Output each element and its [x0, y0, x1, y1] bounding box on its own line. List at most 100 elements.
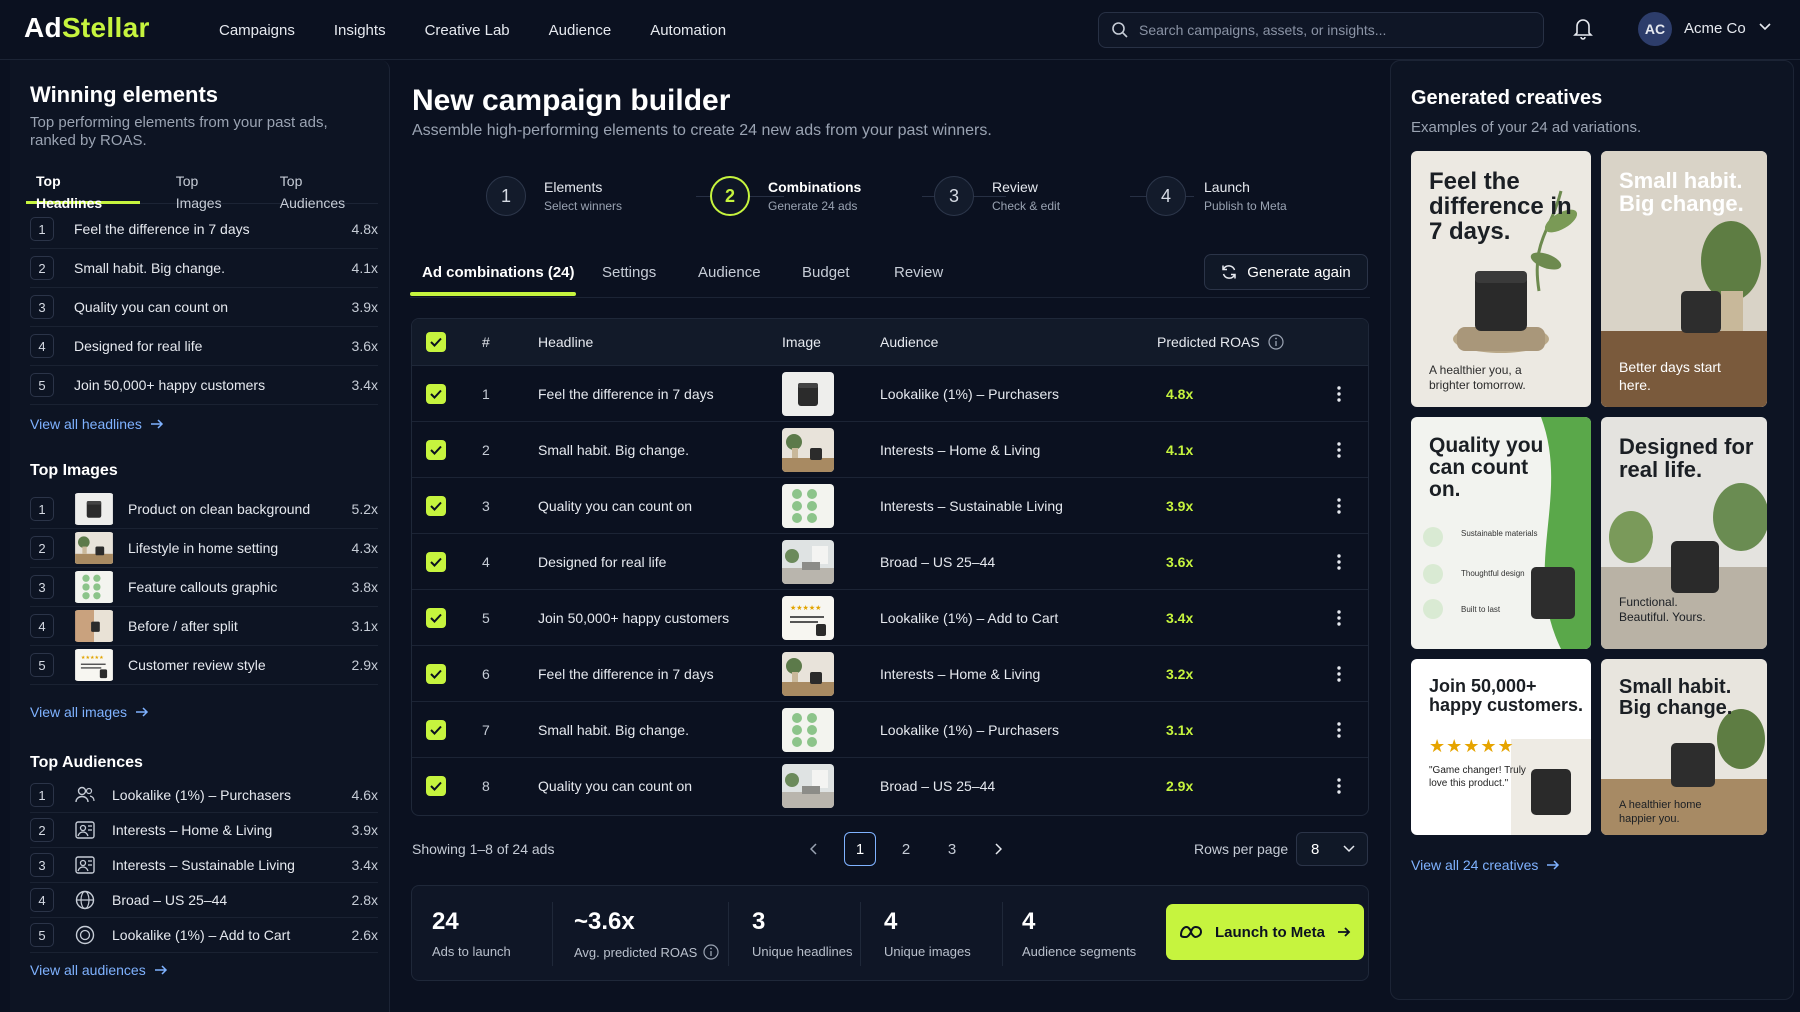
tab-ad-combinations[interactable]: Ad combinations (24)	[422, 264, 575, 281]
more-options-icon[interactable]	[1336, 721, 1342, 739]
creative-card[interactable]: Quality you can count on. Sustainable ma…	[1411, 417, 1591, 649]
creative-card[interactable]: Feel the difference in 7 days. A healthi…	[1411, 151, 1591, 407]
list-item[interactable]: 1 Lookalike (1%) – Purchasers 4.6x	[30, 778, 378, 813]
account-name[interactable]: Acme Co	[1684, 20, 1746, 37]
view-all-images-link[interactable]: View all images	[30, 704, 149, 720]
ad-image-thumbnail[interactable]	[782, 428, 834, 472]
ad-image-thumbnail[interactable]	[782, 484, 834, 528]
tab-top-images[interactable]: Top Images	[166, 170, 256, 211]
page-3-button[interactable]: 3	[936, 832, 968, 866]
row-checkbox[interactable]	[426, 719, 446, 740]
row-checkbox[interactable]	[426, 607, 446, 628]
view-all-creatives-link[interactable]: View all 24 creatives	[1411, 857, 1560, 873]
table-row[interactable]: 8 Quality you can count on Broad – US 25…	[412, 758, 1368, 814]
nav-insights[interactable]: Insights	[334, 22, 386, 39]
table-row[interactable]: 5 Join 50,000+ happy customers Lookalike…	[412, 590, 1368, 646]
chevron-down-icon[interactable]	[1758, 22, 1772, 32]
list-item[interactable]: 3 Quality you can count on 3.9x	[30, 288, 378, 327]
tab-top-audiences[interactable]: Top Audiences	[270, 170, 378, 211]
row-checkbox[interactable]	[426, 663, 446, 684]
select-all-checkbox[interactable]	[426, 332, 446, 352]
creative-card[interactable]: Designed for real life. Functional. Beau…	[1601, 417, 1767, 649]
step-review[interactable]: 3 Review Check & edit	[934, 176, 1060, 216]
table-row[interactable]: 1 Feel the difference in 7 days Lookalik…	[412, 366, 1368, 422]
nav-audience[interactable]: Audience	[549, 22, 612, 39]
row-checkbox[interactable]	[426, 776, 446, 796]
launch-to-meta-button[interactable]: Launch to Meta	[1166, 904, 1364, 960]
col-roas[interactable]: Predicted ROAS	[1157, 319, 1284, 365]
list-item[interactable]: 4 Designed for real life 3.6x	[30, 327, 378, 366]
table-row[interactable]: 2 Small habit. Big change. Interests – H…	[412, 422, 1368, 478]
more-options-icon[interactable]	[1336, 385, 1342, 403]
table-row[interactable]: 4 Designed for real life Broad – US 25–4…	[412, 534, 1368, 590]
creative-card[interactable]: Small habit. Big change. A healthier hom…	[1601, 659, 1767, 835]
col-headline[interactable]: Headline	[538, 319, 593, 365]
step-elements[interactable]: 1 Elements Select winners	[486, 176, 622, 216]
tab-settings[interactable]: Settings	[602, 264, 656, 281]
col-image[interactable]: Image	[782, 319, 821, 365]
row-checkbox[interactable]	[426, 383, 446, 404]
table-row[interactable]: 7 Small habit. Big change. Lookalike (1%…	[412, 702, 1368, 758]
list-item[interactable]: 1 Product on clean background 5.2x	[30, 490, 378, 529]
list-item[interactable]: 5 Join 50,000+ happy customers 3.4x	[30, 366, 378, 405]
info-icon[interactable]	[703, 944, 719, 960]
list-item[interactable]: 2 Small habit. Big change. 4.1x	[30, 249, 378, 288]
list-item[interactable]: 2 Interests – Home & Living 3.9x	[30, 813, 378, 848]
view-all-audiences-link[interactable]: View all audiences	[30, 962, 168, 978]
table-row[interactable]: 3 Quality you can count on Interests – S…	[412, 478, 1368, 534]
list-item[interactable]: 4 Broad – US 25–44 2.8x	[30, 883, 378, 918]
more-options-icon[interactable]	[1336, 497, 1342, 515]
list-item[interactable]: 5 Customer review style 2.9x	[30, 646, 378, 685]
list-item[interactable]: 4 Before / after split 3.1x	[30, 607, 378, 646]
list-item[interactable]: 3 Interests – Sustainable Living 3.4x	[30, 848, 378, 883]
creative-card[interactable]: Join 50,000+ happy customers. ★★★★★ "Gam…	[1411, 659, 1591, 835]
more-options-icon[interactable]	[1336, 777, 1342, 795]
adstellar-logo[interactable]: AdStellar	[24, 12, 150, 44]
page-1-button[interactable]: 1	[844, 832, 876, 866]
step-launch[interactable]: 4 Launch Publish to Meta	[1146, 176, 1287, 216]
row-checkbox[interactable]	[426, 495, 446, 516]
rows-per-page-select[interactable]: 8	[1296, 832, 1368, 866]
more-options-icon[interactable]	[1336, 441, 1342, 459]
ad-image-thumbnail[interactable]	[782, 652, 834, 696]
rank-number: 2	[30, 256, 54, 280]
next-page-button[interactable]	[982, 832, 1014, 866]
ad-image-thumbnail[interactable]	[782, 764, 834, 808]
more-options-icon[interactable]	[1336, 609, 1342, 627]
ad-image-thumbnail[interactable]	[782, 596, 834, 640]
more-options-icon[interactable]	[1336, 665, 1342, 683]
tab-budget[interactable]: Budget	[802, 264, 850, 281]
page-title: New campaign builder	[412, 84, 731, 117]
list-item[interactable]: 2 Lifestyle in home setting 4.3x	[30, 529, 378, 568]
page-2-button[interactable]: 2	[890, 832, 922, 866]
list-item[interactable]: 3 Feature callouts graphic 3.8x	[30, 568, 378, 607]
generate-again-button[interactable]: Generate again	[1204, 254, 1368, 290]
table-row[interactable]: 6 Feel the difference in 7 days Interest…	[412, 646, 1368, 702]
prev-page-button[interactable]	[798, 832, 830, 866]
callout-text: Sustainable materials	[1461, 529, 1538, 538]
tab-top-headlines[interactable]: Top Headlines	[26, 170, 140, 211]
ad-image-thumbnail[interactable]	[782, 540, 834, 584]
nav-automation[interactable]: Automation	[650, 22, 726, 39]
list-item[interactable]: 1 Feel the difference in 7 days 4.8x	[30, 210, 378, 249]
tab-audience[interactable]: Audience	[698, 264, 761, 281]
tab-review[interactable]: Review	[894, 264, 943, 281]
image-label: Before / after split	[128, 618, 238, 634]
nav-campaigns[interactable]: Campaigns	[219, 22, 295, 39]
creative-card[interactable]: Small habit. Big change. Better days sta…	[1601, 151, 1767, 407]
ad-image-thumbnail[interactable]	[782, 372, 834, 416]
roas-value: 3.6x	[351, 338, 378, 354]
step-combinations[interactable]: 2 Combinations Generate 24 ads	[710, 176, 861, 216]
info-icon[interactable]	[1268, 334, 1284, 350]
view-all-headlines-link[interactable]: View all headlines	[30, 416, 164, 432]
bell-icon[interactable]	[1572, 16, 1594, 40]
list-item[interactable]: 5 Lookalike (1%) – Add to Cart 2.6x	[30, 918, 378, 953]
row-checkbox[interactable]	[426, 439, 446, 460]
avatar[interactable]: AC	[1638, 12, 1672, 46]
nav-creative-lab[interactable]: Creative Lab	[425, 22, 510, 39]
search-input[interactable]: Search campaigns, assets, or insights...	[1098, 12, 1544, 48]
col-audience[interactable]: Audience	[880, 319, 938, 365]
ad-image-thumbnail[interactable]	[782, 708, 834, 752]
row-checkbox[interactable]	[426, 551, 446, 572]
more-options-icon[interactable]	[1336, 553, 1342, 571]
